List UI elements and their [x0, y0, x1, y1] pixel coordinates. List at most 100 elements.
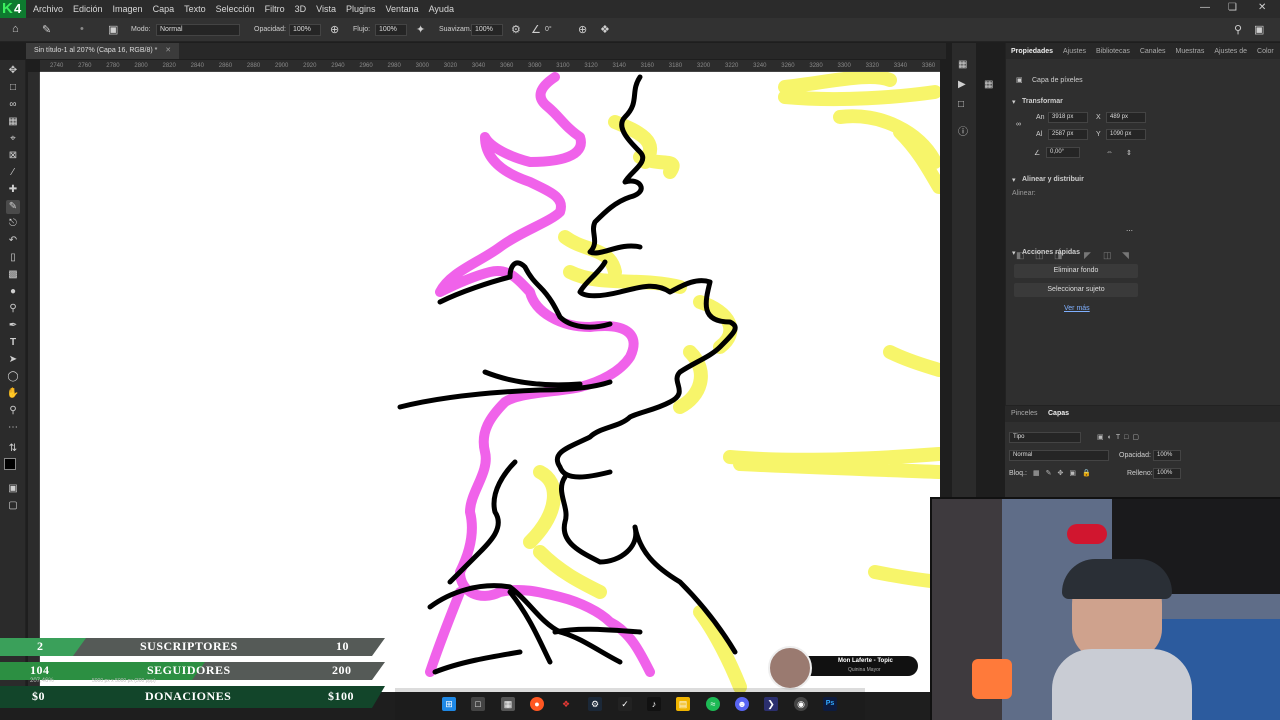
document-canvas[interactable] — [40, 72, 940, 692]
blend-mode-select[interactable]: Normal — [1009, 450, 1109, 461]
angle-input[interactable]: 0,00° — [1046, 147, 1080, 158]
search-icon[interactable]: ⚲ — [1234, 23, 1242, 36]
tab-ajustes[interactable]: Ajustes — [1058, 48, 1091, 55]
layer-opacity-input[interactable]: 100% — [1153, 450, 1181, 461]
more-options-icon[interactable]: ⋯ — [1126, 227, 1133, 235]
document-tab[interactable]: Sin título-1 al 207% (Capa 16, RGB/8) * … — [26, 43, 180, 59]
flow-input[interactable]: 100% — [375, 24, 407, 36]
capcut-icon[interactable]: ✓ — [618, 697, 632, 711]
airbrush-icon[interactable]: ✦ — [416, 23, 425, 36]
brush-tool-icon[interactable]: ✎ — [6, 200, 20, 214]
tiktok-icon[interactable]: ♪ — [647, 697, 661, 711]
zoom-tool-icon[interactable]: ⚲ — [6, 404, 20, 418]
menu-filtro[interactable]: Filtro — [260, 4, 290, 14]
select-subject-button[interactable]: Seleccionar sujeto — [1014, 283, 1138, 297]
menu-capa[interactable]: Capa — [148, 4, 180, 14]
discord-icon[interactable]: ☻ — [735, 697, 749, 711]
brush-size-icon[interactable]: • — [80, 23, 84, 35]
windows-icon[interactable]: ⊞ — [442, 697, 456, 711]
symmetry-icon[interactable]: ❖ — [600, 23, 610, 36]
menu-texto[interactable]: Texto — [179, 4, 211, 14]
chrome-icon[interactable]: ◉ — [794, 697, 808, 711]
shape-tool-icon[interactable]: ◯ — [6, 370, 20, 384]
brush-preset-icon[interactable]: ✎ — [42, 23, 51, 36]
object-select-tool-icon[interactable]: ▦ — [6, 115, 20, 129]
more-tools-icon[interactable]: ⋯ — [6, 421, 20, 435]
home-icon[interactable]: ⌂ — [12, 23, 19, 35]
pressure-opacity-icon[interactable]: ⊕ — [330, 23, 339, 36]
files-icon[interactable]: ▤ — [676, 697, 690, 711]
fill-input[interactable]: 100% — [1153, 468, 1181, 479]
width-input[interactable]: 3918 px — [1048, 112, 1088, 123]
steam-icon[interactable]: ⚙ — [588, 697, 602, 711]
tab-muestras[interactable]: Muestras — [1171, 48, 1210, 55]
link-icon[interactable]: ∞ — [1016, 121, 1021, 128]
healing-tool-icon[interactable]: ✚ — [6, 183, 20, 197]
marquee-tool-icon[interactable]: □ — [6, 81, 20, 95]
chevron-down-icon[interactable]: ▾ — [1012, 249, 1016, 257]
close-icon[interactable]: ✕ — [1258, 2, 1266, 13]
menu-plugins[interactable]: Plugins — [341, 4, 381, 14]
eraser-tool-icon[interactable]: ▯ — [6, 251, 20, 265]
tab-color[interactable]: Color — [1252, 48, 1279, 55]
menu-3d[interactable]: 3D — [290, 4, 312, 14]
history-brush-tool-icon[interactable]: ↶ — [6, 234, 20, 248]
stamp-tool-icon[interactable]: ⎋ — [6, 217, 20, 231]
spotify-icon[interactable]: ≈ — [706, 697, 720, 711]
tab-bibliotecas[interactable]: Bibliotecas — [1091, 48, 1135, 55]
mode-select[interactable]: Normal — [156, 24, 240, 36]
layer-filter-icons[interactable]: ▣◐T□▢ — [1097, 433, 1143, 441]
menu-edicion[interactable]: Edición — [68, 4, 108, 14]
align-bottom-icon[interactable]: ◥ — [1122, 250, 1129, 261]
angle-value[interactable]: 0° — [545, 26, 552, 33]
menu-imagen[interactable]: Imagen — [108, 4, 148, 14]
align-middle-icon[interactable]: ◫ — [1103, 250, 1112, 261]
chevron-down-icon[interactable]: ▾ — [1012, 98, 1016, 106]
minimize-icon[interactable]: — — [1200, 2, 1210, 13]
chevron-down-icon[interactable]: ▾ — [1012, 176, 1016, 184]
flip-vertical-icon[interactable]: ⇕ — [1126, 149, 1132, 157]
workspace-icon[interactable]: ▣ — [1254, 23, 1264, 36]
pressure-size-icon[interactable]: ⊕ — [578, 23, 587, 36]
smoothing-input[interactable]: 100% — [471, 24, 503, 36]
vscode-icon[interactable]: ❯ — [764, 697, 778, 711]
height-input[interactable]: 2587 px — [1048, 129, 1088, 140]
menu-seleccion[interactable]: Selección — [211, 4, 260, 14]
photoshop-icon[interactable]: Ps — [823, 697, 837, 711]
gradient-tool-icon[interactable]: ▩ — [6, 268, 20, 282]
x-input[interactable]: 489 px — [1106, 112, 1146, 123]
menu-ventana[interactable]: Ventana — [381, 4, 424, 14]
brush-settings-icon[interactable]: ▣ — [108, 23, 118, 36]
path-select-tool-icon[interactable]: ➤ — [6, 353, 20, 367]
opacity-input[interactable]: 100% — [289, 24, 321, 36]
dodge-tool-icon[interactable]: ⚲ — [6, 302, 20, 316]
crop-tool-icon[interactable]: ⌖ — [6, 132, 20, 146]
remove-background-button[interactable]: Eliminar fondo — [1014, 264, 1138, 278]
menu-vista[interactable]: Vista — [311, 4, 341, 14]
tab-pinceles[interactable]: Pinceles — [1011, 410, 1037, 417]
maximize-icon[interactable]: ❏ — [1228, 2, 1237, 13]
y-input[interactable]: 1090 px — [1106, 129, 1146, 140]
info-icon[interactable]: ⓘ — [958, 123, 970, 138]
pen-tool-icon[interactable]: ✒ — [6, 319, 20, 333]
store-icon[interactable]: ▦ — [501, 697, 515, 711]
move-tool-icon[interactable]: ✥ — [6, 64, 20, 78]
obs-icon[interactable]: ● — [530, 697, 544, 711]
libraries-icon[interactable]: ▦ — [984, 79, 996, 91]
quick-mask-icon[interactable]: ▣ — [6, 482, 20, 496]
lock-icons[interactable]: ▦✎✥▣🔒 — [1033, 469, 1097, 477]
tab-ajustes-de[interactable]: Ajustes de — [1209, 48, 1252, 55]
tab-canales[interactable]: Canales — [1135, 48, 1171, 55]
menu-archivo[interactable]: Archivo — [28, 4, 68, 14]
frame-tool-icon[interactable]: ⊠ — [6, 149, 20, 163]
menu-ayuda[interactable]: Ayuda — [424, 4, 459, 14]
tab-propiedades[interactable]: Propiedades — [1006, 48, 1058, 55]
screen-mode-icon[interactable]: ▢ — [6, 499, 20, 513]
see-more-link[interactable]: Ver más — [1064, 305, 1090, 312]
layer-filter-select[interactable]: Tipo — [1009, 432, 1081, 443]
eyedropper-tool-icon[interactable]: ⁄ — [6, 166, 20, 180]
lasso-tool-icon[interactable]: ∞ — [6, 98, 20, 112]
history-panel-icon[interactable]: ▦ — [958, 59, 970, 71]
explorer-icon[interactable]: □ — [471, 697, 485, 711]
foreground-color-swatch[interactable] — [4, 458, 16, 470]
